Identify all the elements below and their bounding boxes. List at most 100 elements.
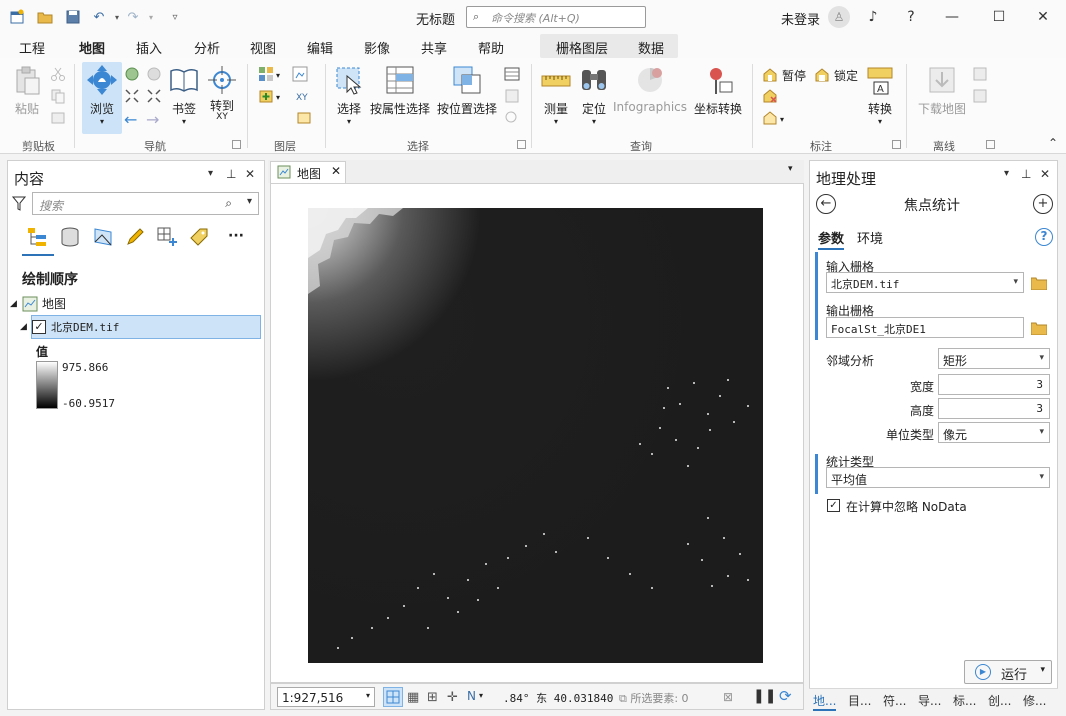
measure-button[interactable]: 测量 ▾ bbox=[536, 62, 576, 126]
grid-view-button[interactable] bbox=[383, 687, 403, 707]
bookmarks-button[interactable]: 书签 ▾ bbox=[166, 62, 202, 126]
tab-create[interactable]: 创... bbox=[988, 692, 1011, 709]
add-graphics-layer-icon[interactable] bbox=[292, 66, 308, 82]
dem-raster[interactable] bbox=[308, 208, 763, 663]
tab-environments[interactable]: 环境 bbox=[857, 228, 883, 247]
pane-options-icon[interactable]: ▾ bbox=[208, 168, 213, 179]
pane-options-icon[interactable]: ▾ bbox=[1004, 168, 1009, 179]
zoom-to-selection-icon[interactable] bbox=[504, 110, 520, 126]
goto-xy-button[interactable]: 转到 XY bbox=[204, 62, 240, 126]
more-options-icon[interactable]: ··· bbox=[228, 228, 244, 244]
map-canvas[interactable] bbox=[270, 183, 804, 683]
avatar[interactable]: ♙ bbox=[828, 6, 850, 28]
customize-toolbar-icon[interactable]: ▿ bbox=[166, 8, 184, 26]
lock-labeling-button[interactable]: 锁定 bbox=[814, 66, 858, 84]
filter-icon[interactable] bbox=[12, 196, 26, 212]
redo-dropdown-icon[interactable]: ▾ bbox=[142, 8, 160, 26]
pin-icon[interactable]: ⊥ bbox=[226, 167, 236, 181]
tab-data[interactable]: 数据 bbox=[638, 38, 664, 57]
crosshair-icon[interactable]: ✛ bbox=[447, 690, 458, 705]
explore-button[interactable]: 浏览 ▾ bbox=[82, 62, 122, 134]
labeling-launcher-icon[interactable] bbox=[892, 140, 901, 149]
coordinate-conversion-button[interactable]: 坐标转换 bbox=[692, 62, 744, 126]
unplaced-labels-icon[interactable] bbox=[762, 88, 778, 104]
refresh-icon[interactable]: ⟳ bbox=[779, 687, 792, 705]
list-by-snapping-icon[interactable] bbox=[156, 226, 178, 248]
collapse-ribbon-icon[interactable]: ⌃ bbox=[1048, 136, 1058, 150]
width-input[interactable]: 3 bbox=[938, 374, 1050, 395]
basemap-icon[interactable] bbox=[258, 66, 274, 82]
cut-icon[interactable] bbox=[50, 66, 66, 82]
tab-export[interactable]: 导... bbox=[918, 692, 941, 709]
full-extent-icon[interactable] bbox=[124, 66, 140, 82]
run-button[interactable]: ▶ 运行 ▾ bbox=[964, 660, 1052, 684]
convert-button[interactable]: A 转换 ▾ bbox=[864, 62, 896, 126]
tab-analysis[interactable]: 分析 bbox=[194, 38, 220, 57]
scale-selector[interactable]: 1:927,516 ▾ bbox=[277, 687, 375, 707]
view-labeling-icon[interactable] bbox=[762, 110, 778, 126]
offline-launcher-icon[interactable] bbox=[986, 140, 995, 149]
forward-extent-icon[interactable]: → bbox=[146, 110, 159, 129]
list-by-editing-icon[interactable] bbox=[124, 226, 146, 248]
contents-search-input[interactable]: 搜索 ⌕ ▾ bbox=[32, 192, 259, 215]
browse-folder-icon[interactable] bbox=[1031, 322, 1047, 335]
xy-table-icon[interactable]: XY bbox=[296, 88, 312, 104]
tab-insert[interactable]: 插入 bbox=[136, 38, 162, 57]
previous-extent-disabled-icon[interactable] bbox=[146, 66, 162, 82]
ignore-nodata-checkbox[interactable]: ✓ bbox=[827, 499, 840, 512]
download-map-button[interactable]: 下载地图 bbox=[916, 62, 968, 126]
close-button[interactable]: ✕ bbox=[1028, 6, 1058, 28]
select-by-location-button[interactable]: 按位置选择 bbox=[436, 62, 498, 126]
collapse-arrow-icon[interactable]: ◢ bbox=[10, 299, 22, 309]
tab-help[interactable]: 帮助 bbox=[478, 38, 504, 57]
open-project-icon[interactable] bbox=[36, 8, 54, 26]
notifications-icon[interactable]: ♪ bbox=[858, 6, 888, 28]
minimize-button[interactable]: — bbox=[937, 6, 967, 28]
graticule-icon[interactable]: ⊞ bbox=[427, 690, 438, 705]
select-by-attributes-button[interactable]: 按属性选择 bbox=[370, 62, 430, 126]
statistics-type-select[interactable]: 平均值 ▾ bbox=[826, 467, 1050, 488]
layer-visibility-checkbox[interactable]: ✓ bbox=[32, 320, 46, 334]
new-project-icon[interactable] bbox=[8, 8, 26, 26]
close-pane-icon[interactable]: ✕ bbox=[1040, 167, 1050, 181]
map-tree-node[interactable]: ◢ 地图 bbox=[10, 295, 66, 312]
infographics-button[interactable]: Infographics bbox=[613, 62, 687, 126]
attributes-icon[interactable] bbox=[504, 66, 520, 82]
selected-features-count[interactable]: ⧉ 所选要素: 0 bbox=[619, 690, 689, 706]
refresh-map-disabled-icon[interactable]: ⊠ bbox=[723, 690, 733, 704]
help-icon[interactable]: ? bbox=[896, 6, 926, 28]
fixed-zoom-in-icon[interactable] bbox=[124, 88, 140, 104]
height-input[interactable]: 3 bbox=[938, 398, 1050, 419]
redo-icon[interactable]: ↷ bbox=[124, 8, 142, 26]
output-raster-field[interactable]: FocalSt_北京DE1 bbox=[826, 317, 1024, 338]
tab-project[interactable]: 工程 bbox=[19, 38, 45, 57]
neighborhood-select[interactable]: 矩形 ▾ bbox=[938, 348, 1050, 369]
paste-button[interactable]: 粘贴 bbox=[10, 62, 44, 126]
tab-view[interactable]: 视图 bbox=[250, 38, 276, 57]
layer-tree-node[interactable]: ◢ ✓ 北京DEM.tif bbox=[20, 319, 119, 335]
tab-parameters[interactable]: 参数 bbox=[818, 228, 845, 250]
undo-icon[interactable]: ↶ bbox=[90, 8, 108, 26]
maximize-button[interactable]: ☐ bbox=[984, 6, 1014, 28]
tab-list-dropdown-icon[interactable]: ▾ bbox=[788, 164, 793, 174]
locate-button[interactable]: 定位 ▾ bbox=[578, 62, 610, 126]
navigate-launcher-icon[interactable] bbox=[232, 140, 241, 149]
close-pane-icon[interactable]: ✕ bbox=[245, 167, 255, 181]
add-data-icon[interactable] bbox=[258, 88, 274, 104]
list-by-drawing-order-icon[interactable] bbox=[26, 226, 48, 248]
copy-path-icon[interactable] bbox=[50, 110, 66, 126]
units-select[interactable]: 像元 ▾ bbox=[938, 422, 1050, 443]
tab-imagery[interactable]: 影像 bbox=[364, 38, 390, 57]
north-arrow-icon[interactable]: N bbox=[467, 689, 476, 703]
tab-catalog[interactable]: 目... bbox=[848, 692, 871, 709]
browse-folder-icon[interactable] bbox=[1031, 277, 1047, 290]
help-icon[interactable]: ? bbox=[1035, 228, 1053, 246]
command-search-input[interactable]: ⌕ 命令搜索 (Alt+Q) bbox=[466, 6, 646, 28]
list-by-data-source-icon[interactable] bbox=[59, 226, 81, 248]
collapse-arrow-icon[interactable]: ◢ bbox=[20, 322, 32, 332]
tab-symbology[interactable]: 符... bbox=[883, 692, 906, 709]
fixed-zoom-out-icon[interactable] bbox=[146, 88, 162, 104]
clear-selection-icon[interactable] bbox=[504, 88, 520, 104]
pause-labeling-button[interactable]: 暂停 bbox=[762, 66, 806, 84]
selection-launcher-icon[interactable] bbox=[517, 140, 526, 149]
